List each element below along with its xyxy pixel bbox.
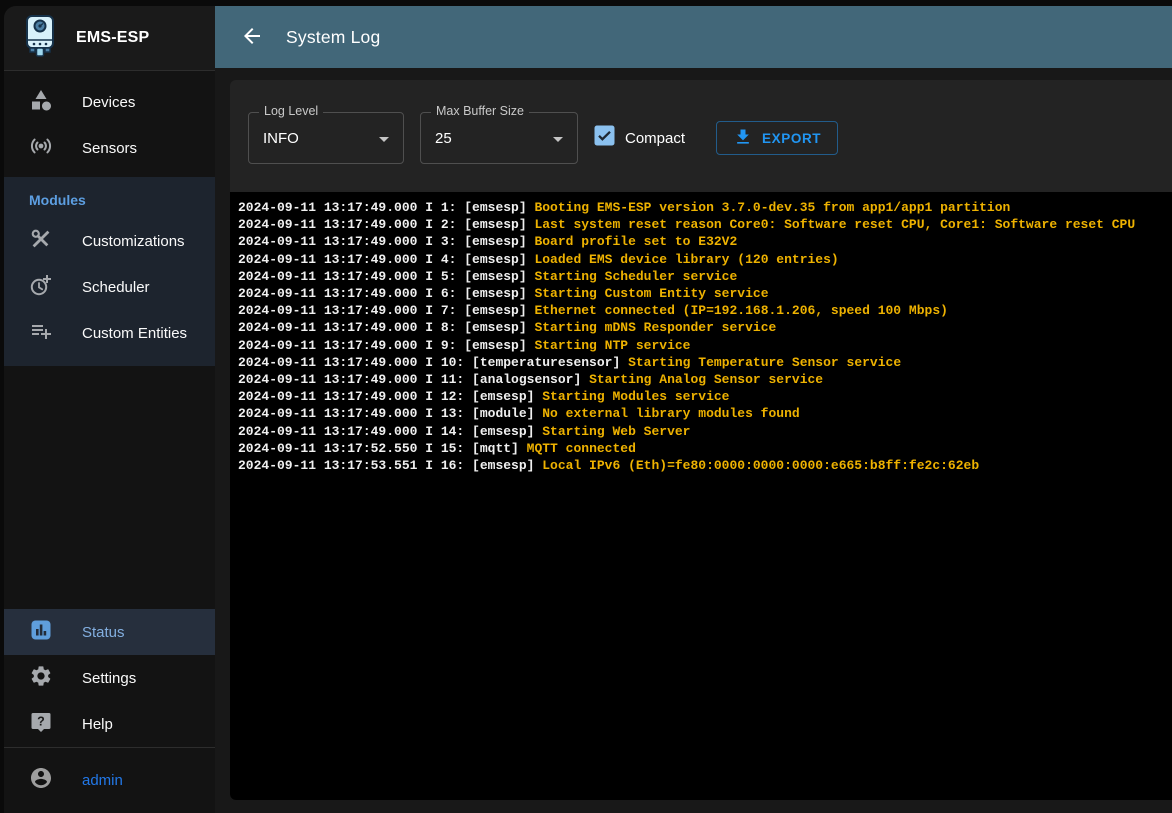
- sidebar-item-help[interactable]: ? Help: [4, 701, 215, 747]
- checkbox-checked-icon[interactable]: [594, 125, 615, 151]
- max-buffer-label: Max Buffer Size: [431, 104, 529, 118]
- log-level-label: Log Level: [259, 104, 323, 118]
- app-title: EMS-ESP: [76, 29, 149, 47]
- log-line: 2024-09-11 13:17:49.000 I 2: [emsesp] La…: [238, 216, 1164, 233]
- max-buffer-select[interactable]: Max Buffer Size 25: [420, 112, 578, 164]
- log-line: 2024-09-11 13:17:49.000 I 7: [emsesp] Et…: [238, 302, 1164, 319]
- sidebar-item-custom-entities[interactable]: Custom Entities: [4, 310, 215, 356]
- sidebar-item-label: Devices: [82, 94, 135, 111]
- download-icon: [733, 127, 753, 150]
- log-line: 2024-09-11 13:17:49.000 I 14: [emsesp] S…: [238, 423, 1164, 440]
- sidebar-item-label: Status: [82, 624, 125, 641]
- log-line: 2024-09-11 13:17:49.000 I 10: [temperatu…: [238, 354, 1164, 371]
- sidebar-item-status[interactable]: Status: [4, 609, 215, 655]
- sidebar-item-scheduler[interactable]: Scheduler: [4, 264, 215, 310]
- arrow-left-icon: [240, 24, 264, 51]
- log-line: 2024-09-11 13:17:49.000 I 9: [emsesp] St…: [238, 337, 1164, 354]
- log-line: 2024-09-11 13:17:49.000 I 13: [module] N…: [238, 405, 1164, 422]
- page-title: System Log: [286, 27, 380, 48]
- log-line: 2024-09-11 13:17:49.000 I 6: [emsesp] St…: [238, 285, 1164, 302]
- sidebar-item-admin[interactable]: admin: [4, 757, 215, 803]
- sidebar: EMS-ESP Devices: [4, 6, 215, 813]
- export-button-label: EXPORT: [762, 131, 821, 146]
- sidebar-item-label: Custom Entities: [82, 325, 187, 342]
- back-button[interactable]: [240, 24, 264, 51]
- compact-checkbox-label: Compact: [625, 130, 685, 147]
- log-line: 2024-09-11 13:17:49.000 I 4: [emsesp] Lo…: [238, 251, 1164, 268]
- sidebar-item-label: admin: [82, 772, 123, 789]
- compact-checkbox-row[interactable]: Compact: [594, 125, 685, 151]
- log-level-select[interactable]: Log Level INFO: [248, 112, 404, 164]
- export-button[interactable]: EXPORT: [716, 121, 838, 155]
- sidebar-item-sensors[interactable]: Sensors: [4, 125, 215, 171]
- boiler-logo-icon: [20, 13, 60, 64]
- help-icon: ?: [29, 710, 53, 739]
- log-line: 2024-09-11 13:17:49.000 I 3: [emsesp] Bo…: [238, 233, 1164, 250]
- system-log-card: Log Level INFO Max Buffer Size 25: [230, 80, 1172, 800]
- log-controls: Log Level INFO Max Buffer Size 25: [230, 80, 1172, 192]
- more-time-icon: [29, 273, 53, 302]
- max-buffer-value: 25: [421, 130, 452, 147]
- sidebar-item-label: Scheduler: [82, 279, 150, 296]
- sidebar-item-devices[interactable]: Devices: [4, 79, 215, 125]
- content: Log Level INFO Max Buffer Size 25: [215, 68, 1172, 813]
- app-window: EMS-ESP Devices: [4, 6, 1172, 813]
- svg-text:?: ?: [37, 714, 45, 728]
- sidebar-item-customizations[interactable]: Customizations: [4, 218, 215, 264]
- chevron-down-icon: [372, 127, 396, 156]
- chevron-down-icon: [546, 127, 570, 156]
- log-line: 2024-09-11 13:17:53.551 I 16: [emsesp] L…: [238, 457, 1164, 474]
- sidebar-header: EMS-ESP: [4, 6, 215, 70]
- sidebar-item-label: Help: [82, 716, 113, 733]
- log-level-value: INFO: [249, 130, 299, 147]
- appbar: System Log: [215, 6, 1172, 68]
- sidebar-item-label: Sensors: [82, 140, 137, 157]
- log-line: 2024-09-11 13:17:49.000 I 12: [emsesp] S…: [238, 388, 1164, 405]
- log-output: 2024-09-11 13:17:49.000 I 1: [emsesp] Bo…: [230, 192, 1172, 800]
- sidebar-item-label: Customizations: [82, 233, 185, 250]
- log-line: 2024-09-11 13:17:49.000 I 1: [emsesp] Bo…: [238, 199, 1164, 216]
- account-circle-icon: [29, 766, 53, 795]
- gear-icon: [29, 664, 53, 693]
- sidebar-item-settings[interactable]: Settings: [4, 655, 215, 701]
- playlist-add-icon: [29, 319, 53, 348]
- modules-section-label: Modules: [4, 177, 215, 218]
- sidebar-item-label: Settings: [82, 670, 136, 687]
- log-line: 2024-09-11 13:17:49.000 I 8: [emsesp] St…: [238, 319, 1164, 336]
- category-icon: [29, 88, 53, 117]
- log-line: 2024-09-11 13:17:49.000 I 11: [analogsen…: [238, 371, 1164, 388]
- sensors-icon: [29, 134, 53, 163]
- modules-section: Modules Customizations: [4, 177, 215, 366]
- log-line: 2024-09-11 13:17:52.550 I 15: [mqtt] MQT…: [238, 440, 1164, 457]
- poll-icon: [29, 618, 53, 647]
- construction-icon: [29, 227, 53, 256]
- log-line: 2024-09-11 13:17:49.000 I 5: [emsesp] St…: [238, 268, 1164, 285]
- main-area: System Log Log Level INFO Max Buffer Siz…: [215, 6, 1172, 813]
